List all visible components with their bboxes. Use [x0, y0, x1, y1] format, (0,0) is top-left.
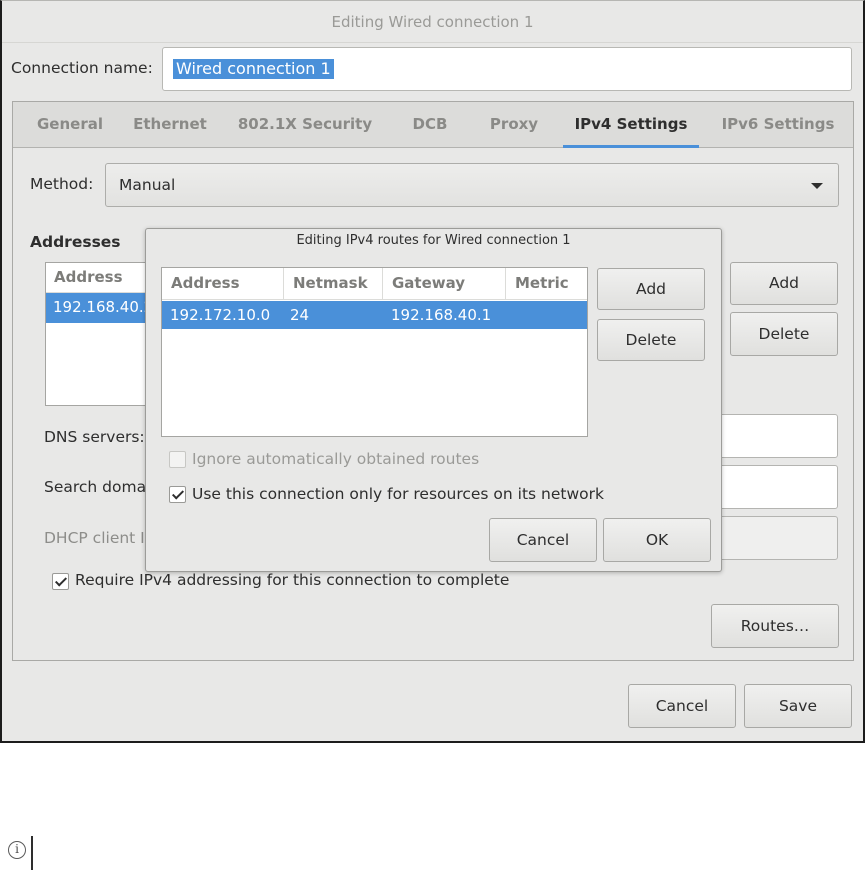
dialog-title: Editing IPv4 routes for Wired connection…	[296, 233, 571, 248]
tab-ipv6-settings[interactable]: IPv6 Settings	[713, 102, 843, 148]
note-divider	[31, 836, 33, 870]
search-domains-field[interactable]	[713, 465, 838, 509]
routes-table[interactable]: Address Netmask Gateway Metric 192.172.1…	[161, 267, 588, 437]
chevron-down-icon	[811, 183, 823, 189]
only-resources-checkbox[interactable]	[169, 486, 186, 503]
route-gateway-cell: 192.168.40.1	[391, 306, 492, 324]
table-row[interactable]: 192.172.10.0 24 192.168.40.1	[162, 301, 587, 329]
address-column-header[interactable]: Address	[46, 263, 154, 293]
require-ipv4-label: Require IPv4 addressing for this connect…	[75, 571, 510, 589]
routes-button[interactable]: Routes…	[711, 604, 839, 648]
cancel-button[interactable]: Cancel	[628, 684, 736, 728]
dns-servers-field[interactable]	[713, 414, 838, 458]
connection-name-input[interactable]: Wired connection 1	[162, 47, 852, 91]
add-route-button[interactable]: Add	[597, 268, 705, 310]
routes-table-header: Address Netmask Gateway Metric	[162, 268, 587, 300]
route-metric-cell	[506, 301, 514, 329]
window-title: Editing Wired connection 1	[2, 1, 863, 43]
dhcp-client-id-label: DHCP client I	[44, 529, 145, 547]
connection-name-label: Connection name:	[11, 59, 153, 77]
ignore-routes-checkbox[interactable]	[169, 451, 186, 468]
column-address[interactable]: Address	[162, 268, 284, 300]
tab-8021x-security[interactable]: 802.1X Security	[235, 102, 375, 148]
dhcp-client-id-field[interactable]	[713, 516, 838, 560]
method-value: Manual	[119, 176, 176, 194]
addresses-heading: Addresses	[30, 233, 121, 251]
method-dropdown[interactable]: Manual	[105, 163, 839, 207]
connection-name-value: Wired connection 1	[173, 59, 334, 79]
ignore-routes-label: Ignore automatically obtained routes	[192, 450, 480, 468]
dialog-cancel-button[interactable]: Cancel	[489, 518, 597, 562]
route-netmask-cell: 24	[290, 306, 310, 324]
tab-ipv4-settings[interactable]: IPv4 Settings	[563, 102, 699, 148]
tab-bar: General Ethernet 802.1X Security DCB Pro…	[13, 102, 853, 148]
method-label: Method:	[30, 175, 94, 193]
dns-servers-label: DNS servers:	[44, 428, 145, 446]
column-netmask[interactable]: Netmask	[284, 268, 383, 300]
route-address-cell: 192.172.10.0	[170, 306, 271, 324]
addresses-table[interactable]: Address 192.168.40.2	[45, 262, 155, 406]
tab-ethernet[interactable]: Ethernet	[125, 102, 215, 148]
dialog-ok-button[interactable]: OK	[603, 518, 711, 562]
only-resources-label: Use this connection only for resources o…	[192, 485, 604, 503]
ipv4-routes-dialog: Editing IPv4 routes for Wired connection…	[145, 228, 722, 572]
column-metric[interactable]: Metric	[506, 268, 589, 300]
tab-dcb[interactable]: DCB	[395, 102, 465, 148]
table-row[interactable]: 192.168.40.2	[46, 293, 154, 323]
tab-general[interactable]: General	[21, 102, 119, 148]
tab-proxy[interactable]: Proxy	[479, 102, 549, 148]
info-icon: i	[8, 841, 26, 859]
delete-route-button[interactable]: Delete	[597, 319, 705, 361]
delete-address-button[interactable]: Delete	[730, 312, 838, 356]
add-address-button[interactable]: Add	[730, 262, 838, 305]
require-ipv4-checkbox[interactable]	[52, 573, 69, 590]
save-button[interactable]: Save	[744, 684, 852, 728]
search-domains-label: Search domai	[44, 478, 151, 496]
column-gateway[interactable]: Gateway	[383, 268, 506, 300]
